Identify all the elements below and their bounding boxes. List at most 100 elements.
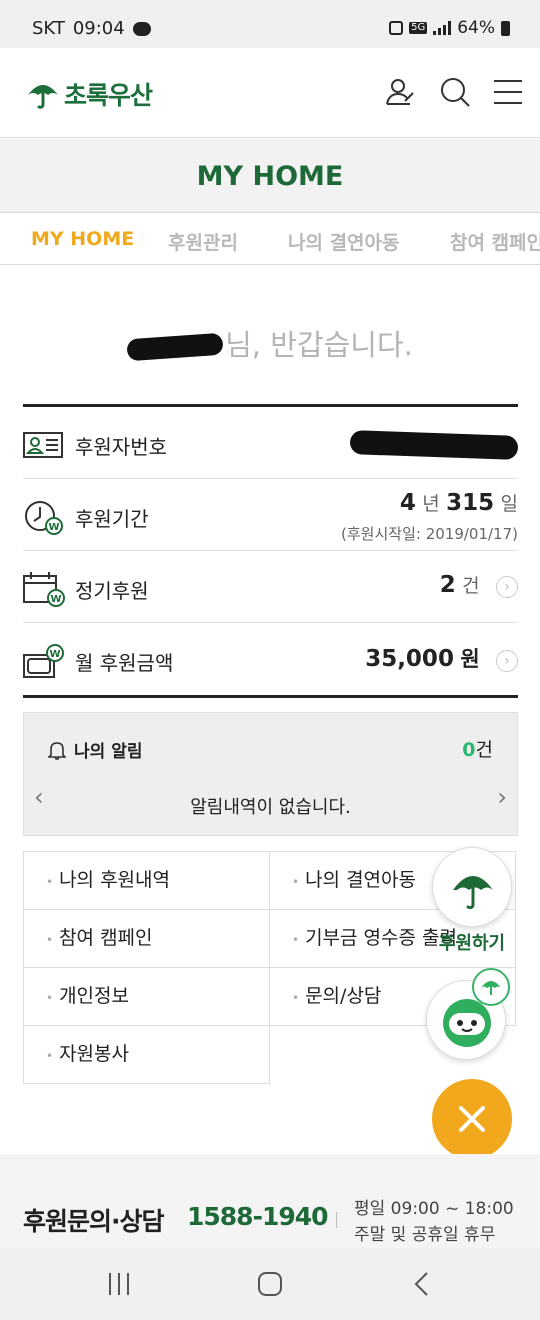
app-header: 초록우산: [0, 48, 540, 138]
support-fab-label[interactable]: 후원하기: [432, 929, 512, 955]
umbrella-icon: [453, 876, 493, 910]
redacted-name: [126, 332, 224, 362]
period-years: 4: [399, 490, 416, 516]
notification-count-unit: 건: [475, 739, 493, 761]
notification-title: 나의 알림: [48, 737, 142, 762]
menu-label: 개인정보: [59, 985, 129, 1007]
search-icon[interactable]: [439, 76, 471, 108]
sponsorship-period-row: W 후원기간 4 년 315 일 (후원시작일: 2019/01/17): [23, 479, 518, 551]
divider: [336, 1212, 337, 1228]
svg-text:W: W: [50, 594, 61, 605]
monthly-value: 35,000 원 ›: [365, 643, 518, 673]
notification-count: 0건: [462, 735, 493, 762]
signal-icon: [433, 21, 452, 35]
umbrella-icon: [481, 981, 501, 995]
contact-footer: 후원문의·상담 1588-1940 평일 09:00 ~ 18:00 주말 및 …: [0, 1154, 540, 1248]
calendar-won-icon: W: [23, 572, 65, 607]
close-icon: [459, 1106, 485, 1132]
menu-label: 참여 캠페인: [59, 927, 153, 949]
donor-info-box: 후원자번호 W 후원기간 4 년 315 일 (후원시작일: 2019/01/1…: [23, 404, 519, 698]
chevron-right-icon[interactable]: ›: [496, 649, 518, 672]
period-year-unit: 년: [422, 493, 440, 515]
monthly-unit: 원: [460, 647, 480, 671]
battery-percent: 64%: [457, 18, 495, 38]
notification-title-text: 나의 알림: [74, 742, 143, 762]
period-label: 후원기간: [75, 507, 149, 531]
menu-label: 나의 결연아동: [305, 869, 416, 891]
menu-label: 문의/상담: [305, 985, 382, 1007]
svg-text:W: W: [49, 649, 60, 660]
menu-label: 나의 후원내역: [59, 869, 170, 891]
bullet-icon: •: [46, 933, 54, 947]
regular-count: 2: [439, 572, 456, 598]
notification-box: 나의 알림 0건 ‹ 알림내역이 없습니다. ›: [23, 712, 518, 836]
bullet-icon: •: [292, 991, 300, 1005]
alarm-icon: [389, 21, 404, 35]
contact-hours: 평일 09:00 ~ 18:00 주말 및 공휴일 휴무: [354, 1196, 514, 1248]
clock-won-icon: W: [25, 501, 63, 535]
notification-message: 알림내역이 없습니다.: [190, 797, 351, 818]
chevron-right-icon[interactable]: ›: [496, 575, 518, 598]
status-bar: SKT 09:04 5G 64%: [0, 0, 540, 48]
greeting: 님, 반갑습니다.: [0, 322, 540, 364]
logo[interactable]: 초록우산: [26, 76, 153, 112]
contact-label: 후원문의·상담: [23, 1207, 164, 1236]
close-fab-button[interactable]: [432, 1079, 512, 1159]
period-start-date: (후원시작일: 2019/01/17): [341, 525, 518, 543]
menu-label: 자원봉사: [59, 1043, 129, 1065]
bullet-icon: •: [46, 875, 54, 889]
regular-label: 정기후원: [75, 579, 149, 603]
notification-icon: [132, 21, 151, 36]
chevron-right-icon[interactable]: ›: [497, 783, 507, 811]
redacted-donor-number: [349, 430, 519, 460]
period-day-unit: 일: [500, 493, 518, 515]
bullet-icon: •: [292, 875, 300, 889]
monthly-amount-row[interactable]: W 월 후원금액 35,000 원 ›: [23, 623, 518, 695]
hours-weekday: 평일 09:00 ~ 18:00: [354, 1199, 514, 1219]
svg-text:W: W: [48, 522, 59, 533]
home-icon[interactable]: [254, 1270, 286, 1298]
contact-phone[interactable]: 1588-1940: [187, 1202, 329, 1231]
tab-my-home[interactable]: MY HOME: [31, 228, 134, 250]
logo-text: 초록우산: [64, 81, 153, 110]
hours-weekend: 주말 및 공휴일 휴무: [354, 1225, 496, 1245]
menu-my-donation-history[interactable]: • 나의 후원내역: [23, 851, 270, 910]
status-time: 09:04: [72, 18, 125, 39]
back-icon[interactable]: [406, 1270, 438, 1298]
bullet-icon: •: [46, 1049, 54, 1063]
system-nav-bar: [0, 1248, 540, 1320]
regular-unit: 건: [462, 575, 480, 597]
tab-bar: MY HOME 후원관리 나의 결연아동 참여 캠페인: [0, 214, 540, 265]
menu-volunteer[interactable]: • 자원봉사: [23, 1025, 270, 1084]
profile-icon[interactable]: [384, 76, 416, 108]
bullet-icon: •: [46, 991, 54, 1005]
menu-campaigns[interactable]: • 참여 캠페인: [23, 909, 270, 968]
carrier-label: SKT: [32, 18, 65, 39]
page-title-band: MY HOME: [0, 139, 540, 213]
page-title: MY HOME: [196, 161, 344, 192]
tab-sponsorship-management[interactable]: 후원관리: [168, 228, 238, 255]
network-type: 5G: [409, 22, 428, 34]
regular-sponsorship-row[interactable]: W 정기후원 2 건 ›: [23, 551, 518, 623]
chatbot-umbrella-badge: [472, 968, 510, 1006]
tab-campaigns[interactable]: 참여 캠페인: [450, 228, 540, 255]
recent-apps-icon[interactable]: [103, 1270, 135, 1298]
menu-personal-info[interactable]: • 개인정보: [23, 967, 270, 1026]
bullet-icon: •: [292, 933, 300, 947]
donor-number-row: 후원자번호: [23, 407, 519, 479]
monthly-label: 월 후원금액: [75, 651, 174, 675]
battery-icon: [501, 20, 510, 36]
support-fab-button[interactable]: [432, 847, 512, 927]
period-value: 4 년 315 일: [400, 489, 518, 516]
tab-my-sponsored-child[interactable]: 나의 결연아동: [288, 228, 400, 255]
wallet-won-icon: W: [23, 644, 64, 678]
bell-icon: [48, 741, 66, 760]
period-days: 315: [446, 490, 495, 516]
umbrella-logo-icon: [28, 85, 58, 109]
id-card-icon: [23, 432, 63, 458]
notification-count-number: 0: [462, 739, 476, 761]
regular-value: 2 건 ›: [440, 571, 518, 598]
monthly-amount: 35,000: [365, 646, 454, 672]
greeting-text: 님, 반갑습니다.: [225, 328, 413, 362]
menu-icon[interactable]: [492, 76, 524, 108]
